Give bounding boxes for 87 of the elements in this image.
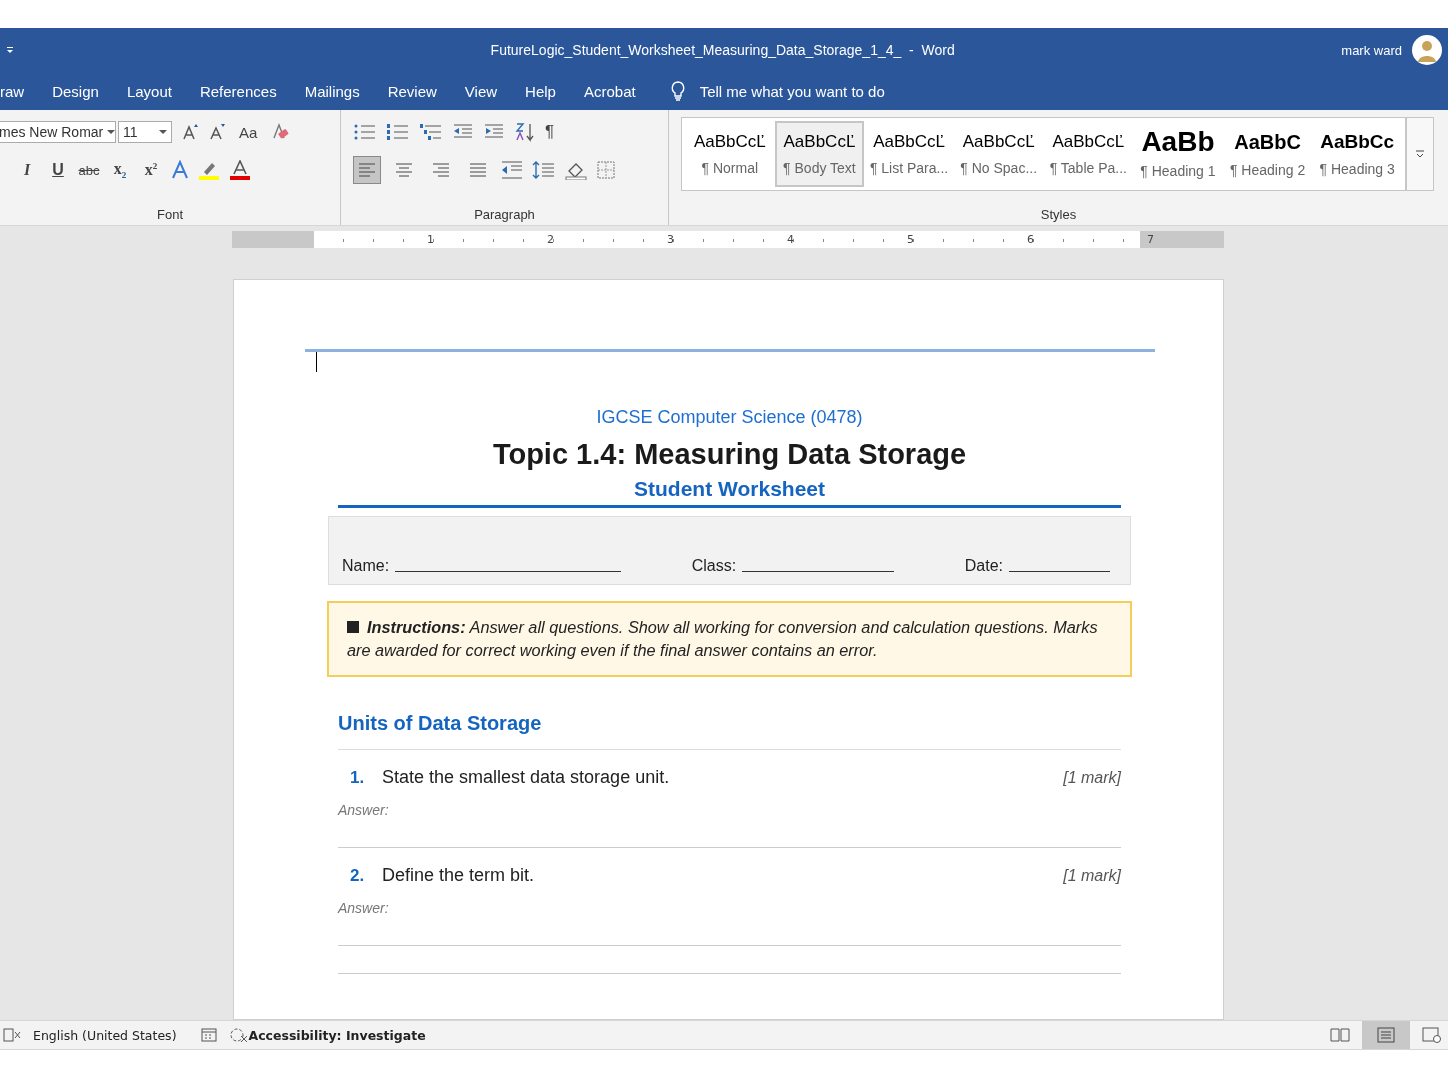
fill-in-line[interactable] xyxy=(1009,570,1110,572)
group-label: Paragraph xyxy=(474,207,535,222)
decrease-indent-icon[interactable] xyxy=(452,123,474,141)
align-justify-icon xyxy=(469,163,487,177)
chevron-icon xyxy=(1415,150,1425,158)
align-right-icon xyxy=(432,163,450,177)
format-button[interactable]: I xyxy=(16,161,38,179)
ruler-number: 1 xyxy=(426,232,434,248)
line-spacing-icon[interactable] xyxy=(532,160,556,180)
page-icon xyxy=(1376,1027,1396,1043)
ribbon-tab[interactable]: Review xyxy=(373,82,451,100)
ribbon-tab[interactable]: References xyxy=(185,82,291,100)
ruler-number: 6 xyxy=(1026,232,1034,248)
style-option[interactable]: AaBbCcĽ ¶ No Spac... xyxy=(953,121,1044,187)
ribbon-tab[interactable]: View xyxy=(450,82,512,100)
web-layout-icon[interactable] xyxy=(1422,1027,1442,1043)
format-button[interactable]: x$_{2}$ xyxy=(109,159,131,181)
style-option[interactable]: AaBbC ¶ Heading 2 xyxy=(1222,121,1313,187)
highlighter-icon[interactable] xyxy=(198,160,220,180)
ruler-number: 3 xyxy=(666,232,674,248)
grow-font-icon[interactable] xyxy=(181,123,199,141)
shrink-font-icon[interactable] xyxy=(208,123,226,141)
ruler-number: 2 xyxy=(546,232,554,248)
style-option[interactable]: AaBbCcĽ ¶ Table Pa... xyxy=(1043,121,1134,187)
sort-icon[interactable] xyxy=(514,122,536,142)
style-option[interactable]: AaBbCc ¶ Heading 3 xyxy=(1312,121,1402,187)
font-color-icon[interactable] xyxy=(229,160,251,180)
answer-label: Answer: xyxy=(338,900,390,916)
language-status[interactable]: English (United States) xyxy=(33,1027,177,1043)
question-number: 1. xyxy=(350,768,366,788)
bullets-icon[interactable] xyxy=(353,123,377,141)
style-option[interactable]: AaBbCcĽ ¶ List Para... xyxy=(864,121,954,187)
ruler-number: 5 xyxy=(906,232,914,248)
answer-label: Answer: xyxy=(338,802,390,818)
user-name[interactable]: mark ward xyxy=(1341,42,1402,58)
macro-icon[interactable] xyxy=(200,1028,217,1042)
lightbulb-icon xyxy=(669,81,686,101)
word-count-icon[interactable] xyxy=(3,1028,21,1042)
numbering-icon[interactable] xyxy=(386,123,410,141)
style-option[interactable]: AaBbCcĽ ¶ Body Text xyxy=(774,121,865,187)
multilevel-list-icon[interactable] xyxy=(419,123,443,141)
question-text: State the smallest data storage unit. xyxy=(382,767,671,788)
text-effects-icon[interactable] xyxy=(171,160,189,180)
question-marks: [1 mark] xyxy=(1063,867,1121,885)
format-button[interactable]: abc xyxy=(78,162,100,178)
format-button[interactable]: x$^{2}$ xyxy=(140,160,162,180)
avatar-icon[interactable] xyxy=(1412,35,1442,65)
style-option[interactable]: AaBb ¶ Heading 1 xyxy=(1133,121,1223,187)
field-label: Date: xyxy=(964,557,1003,575)
fill-in-line[interactable] xyxy=(395,570,622,572)
customize-toolbar-icon[interactable] xyxy=(6,46,14,54)
group-label: Styles xyxy=(1040,207,1077,222)
text-direction-icon[interactable] xyxy=(501,160,523,180)
document-subject: IGCSE Computer Science (0478) xyxy=(595,407,864,428)
field-label: Name: xyxy=(342,557,390,575)
align-left-icon xyxy=(358,163,376,177)
ribbon-tab[interactable]: Design xyxy=(38,82,113,100)
field-label: Class: xyxy=(691,557,737,575)
show-formatting-button[interactable]: ¶ xyxy=(545,122,555,142)
ruler-number: 7 xyxy=(1146,232,1154,248)
ribbon-tab[interactable]: Layout xyxy=(112,82,186,100)
group-label: Font xyxy=(157,207,183,222)
window-title: FutureLogic_Student_Worksheet_Measuring_Data_Storage_1_4_ - Word xyxy=(489,42,956,58)
question-text: Define the term bit. xyxy=(382,865,536,886)
ribbon-tab[interactable]: Acrobat xyxy=(569,82,650,100)
change-case-button[interactable]: Aa xyxy=(235,123,262,141)
accessibility-icon[interactable] xyxy=(228,1027,249,1043)
style-option[interactable]: AaBbCcĽ ¶ Normal xyxy=(685,121,775,187)
ruler-number: 4 xyxy=(786,232,794,248)
instructions-text: Instructions: Answer all questions. Show all working for conversion and calculation questions. Marks are awarded for correct working even if the final answer contains an error. xyxy=(347,617,1099,661)
accessibility-status[interactable]: Accessibility: Investigate xyxy=(248,1027,426,1043)
read-mode-icon[interactable] xyxy=(1330,1027,1350,1043)
document-subtitle: Student Worksheet xyxy=(633,477,826,501)
increase-indent-icon[interactable] xyxy=(483,123,505,141)
ribbon-tab[interactable]: raw xyxy=(0,82,39,100)
ribbon-tab[interactable]: Help xyxy=(511,82,570,100)
tell-me-field[interactable]: Tell me what you want to do xyxy=(669,81,885,101)
document-title: Topic 1.4: Measuring Data Storage xyxy=(491,438,968,471)
format-button[interactable]: U xyxy=(47,161,69,179)
font-name-dropdown[interactable]: mes New Romar xyxy=(0,121,116,143)
font-size-dropdown[interactable]: 11 xyxy=(118,121,172,143)
question-marks: [1 mark] xyxy=(1063,769,1121,787)
fill-in-line[interactable] xyxy=(742,570,895,572)
align-center-icon xyxy=(395,163,413,177)
ribbon-tab[interactable]: Mailings xyxy=(290,82,374,100)
section-heading: Units of Data Storage xyxy=(338,712,543,735)
question-number: 2. xyxy=(350,866,366,886)
